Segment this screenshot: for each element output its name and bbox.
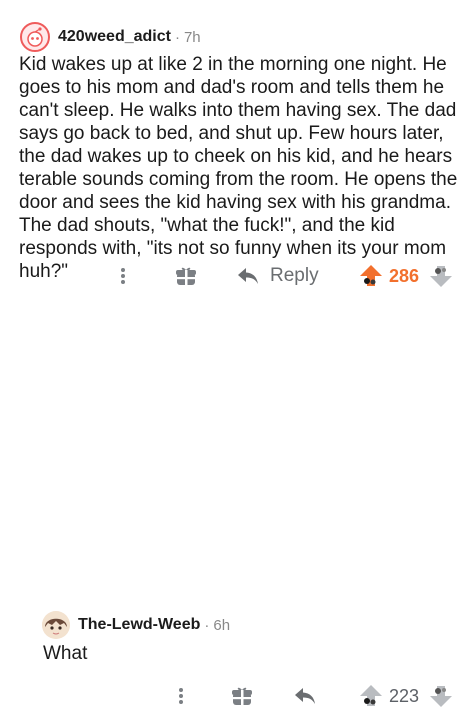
comment-actions: Reply 286 [0,262,474,290]
downvote-icon[interactable] [428,684,454,708]
comment-age: 7h [183,28,201,46]
gift-award-icon[interactable] [230,684,254,708]
comment-body: Kid wakes up at like 2 in the morning on… [19,54,458,282]
comment-actions: 223 [0,682,474,710]
reply-arrow-icon [295,688,315,704]
comment-the-lewd-weeb: The-Lewd-Weeb · 6h What 223 [0,300,474,707]
meta-separator: · [204,616,210,634]
meta-separator: · [174,28,180,46]
username[interactable]: The-Lewd-Weeb [78,616,200,634]
more-vertical-icon[interactable] [176,685,186,707]
snoo-avatar-icon [27,27,43,47]
downvote-icon[interactable] [428,264,454,288]
comment-age: 6h [213,616,231,634]
score-count: 286 [389,265,420,286]
reply-arrow-icon [238,268,258,284]
reply-button[interactable]: Reply [236,262,319,290]
username[interactable]: 420weed_adict [58,28,171,46]
user-avatar[interactable] [42,611,70,639]
comment-420weed_adict: 420weed_adict · 7h Kid wakes up at like … [0,0,474,300]
comment-header: The-Lewd-Weeb · 6h [42,611,230,639]
user-avatar[interactable] [20,22,50,52]
comment-body: What [43,643,88,664]
anime-avatar-icon [42,611,70,639]
more-vertical-icon[interactable] [118,265,128,287]
reply-button[interactable] [292,684,318,708]
gift-award-icon[interactable] [174,264,198,288]
reply-label: Reply [270,265,319,286]
score-count: 223 [389,685,420,706]
upvote-icon[interactable] [358,684,384,708]
comment-header: 420weed_adict · 7h [20,22,201,52]
upvote-icon[interactable] [358,264,384,288]
